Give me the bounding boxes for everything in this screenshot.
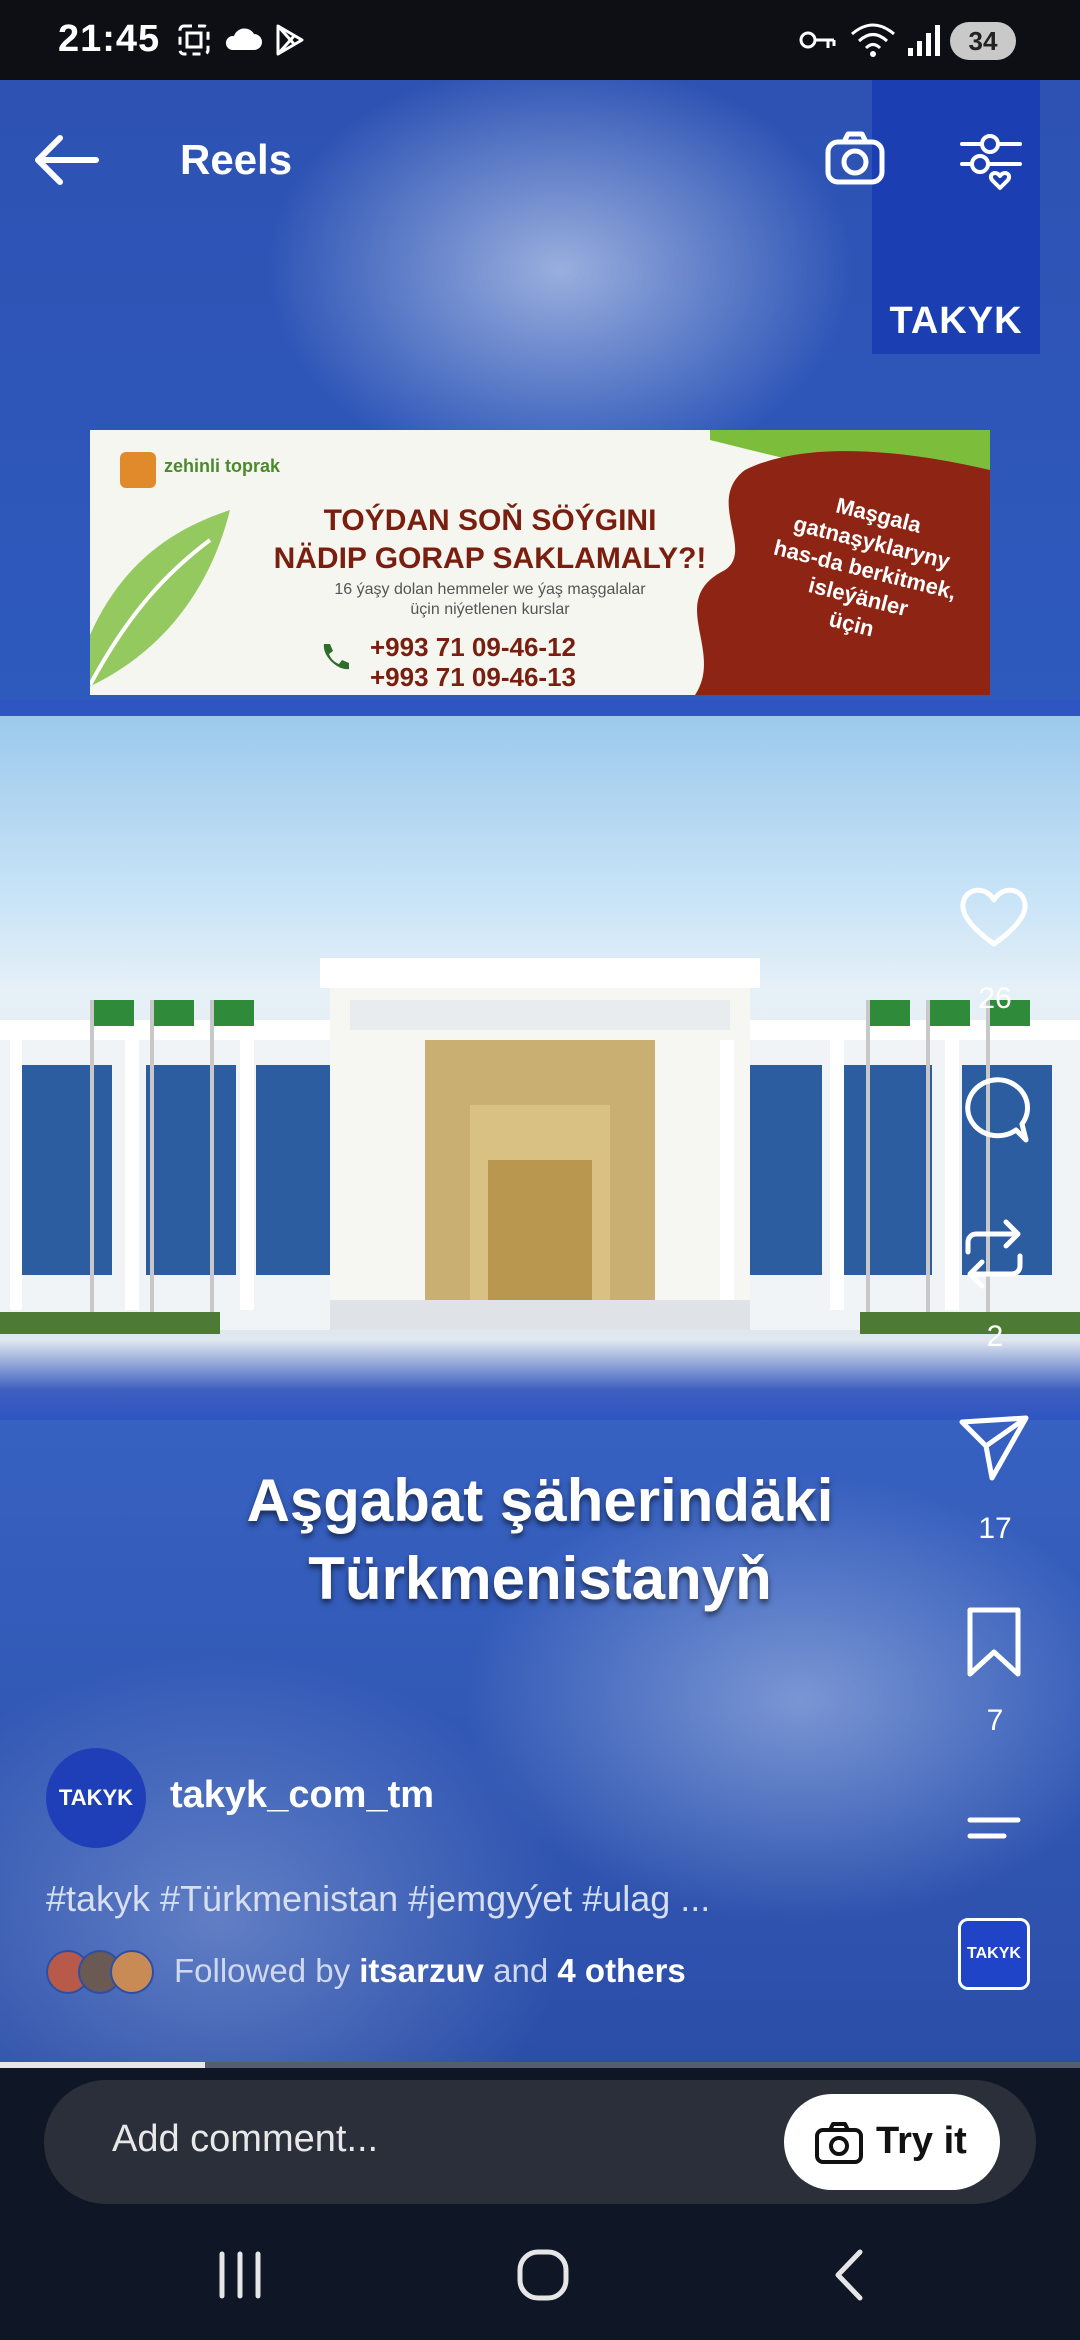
battery-indicator: 34 (950, 22, 1016, 60)
repost-icon[interactable] (956, 1216, 1032, 1292)
author-username[interactable]: takyk_com_tm (170, 1774, 434, 1817)
ad-subtitle: 16 ýaşy dolan hemmeler we ýaş maşgalalar… (260, 580, 720, 620)
save-count: 7 (986, 1704, 1004, 1737)
filter-icon[interactable] (958, 130, 1024, 192)
try-it-label: Try it (876, 2120, 967, 2162)
wifi-icon (851, 23, 895, 57)
reel-hashtags[interactable]: #takyk #Türkmenistan #jemgyýet #ulag ... (46, 1878, 710, 1920)
building-illustration (0, 958, 1080, 1334)
home-icon[interactable] (508, 2240, 578, 2310)
comment-input[interactable]: Add comment... (112, 2118, 378, 2161)
ad-phone-2: +993 71 09-46-13 (370, 662, 577, 692)
screenshot-icon (178, 24, 210, 56)
back-arrow-icon[interactable] (30, 130, 110, 190)
like-heart-icon[interactable] (956, 878, 1032, 954)
repost-count: 2 (986, 1320, 1004, 1353)
comment-bubble-icon[interactable] (956, 1072, 1032, 1148)
status-time: 21:45 (58, 18, 161, 60)
followed-by-user[interactable]: itsarzuv (359, 1952, 484, 1989)
video-caption-line1: Aşgabat şäherindäki (246, 1467, 834, 1534)
cloud-icon (225, 28, 262, 50)
followed-by-avatars (46, 1950, 156, 1994)
camera-icon (815, 2122, 863, 2164)
save-bookmark-icon[interactable] (956, 1604, 1032, 1680)
vpn-key-icon (799, 31, 836, 49)
building-photo (0, 700, 1080, 1420)
ad-banner: zehinli toprak TOÝDAN SOŇ SÖÝGINI NÄDIP … (90, 430, 990, 695)
ad-logo-text: zehinli toprak (164, 456, 281, 476)
page-title: Reels (180, 136, 293, 183)
video-caption-line2: Türkmenistanyň (308, 1545, 772, 1612)
camera-icon[interactable] (822, 128, 888, 188)
more-options-icon[interactable] (956, 1790, 1032, 1866)
avatar (110, 1950, 154, 1994)
author-avatar[interactable]: TAKYK (46, 1748, 146, 1848)
ad-subtitle-line2: üçin niýetlenen kurslar (410, 601, 570, 618)
play-store-icon (276, 24, 304, 56)
brand-watermark-text: TAKYK (889, 300, 1023, 342)
phone-icon (323, 644, 349, 670)
followed-by-others[interactable]: 4 others (557, 1952, 685, 1989)
followed-by-prefix: Followed by (174, 1952, 351, 1989)
audio-avatar[interactable]: TAKYK (958, 1918, 1030, 1990)
followed-by-text[interactable]: Followed by itsarzuv and 4 others (174, 1952, 686, 1990)
ad-phone-1: +993 71 09-46-12 (370, 632, 577, 662)
back-nav-icon[interactable] (820, 2240, 880, 2310)
share-send-icon[interactable] (956, 1410, 1032, 1486)
share-count: 17 (978, 1512, 1012, 1545)
signal-icon (908, 25, 940, 56)
like-count: 26 (978, 982, 1012, 1015)
video-caption: Aşgabat şäherindäki Türkmenistanyň (100, 1462, 980, 1618)
ad-logo-icon (120, 452, 156, 488)
ad-subtitle-line1: 16 ýaşy dolan hemmeler we ýaş maşgalalar (334, 581, 646, 598)
followed-by-and: and (493, 1952, 549, 1989)
recent-apps-icon[interactable] (210, 2240, 270, 2310)
